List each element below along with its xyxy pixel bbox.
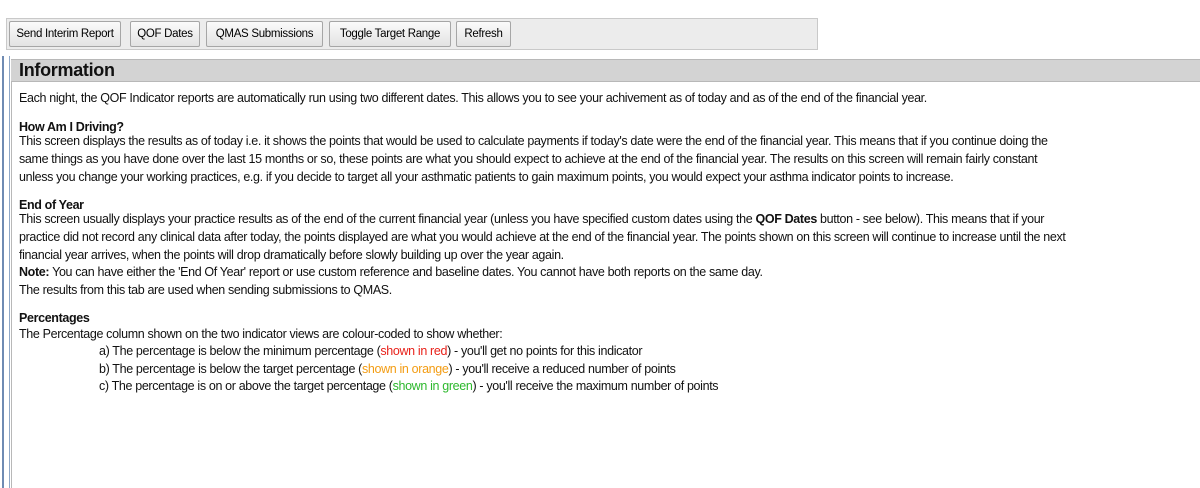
- qof-dates-button[interactable]: QOF Dates: [130, 21, 200, 47]
- rule-text-end: ) - you'll receive the maximum number of…: [472, 379, 719, 393]
- end-of-year-note: Note: You can have either the 'End Of Ye…: [19, 265, 763, 280]
- percentage-rule-item: c) The percentage is on or above the tar…: [99, 379, 719, 394]
- percentage-rule-item: a) The percentage is below the minimum p…: [99, 344, 643, 359]
- rule-text: b) The percentage is below the target pe…: [99, 362, 362, 376]
- information-header-bar: [11, 59, 1200, 82]
- how-am-i-driving-line: same things as you have done over the la…: [19, 152, 1038, 166]
- green-label: shown in green: [392, 379, 473, 393]
- percentages-intro: The Percentage column shown on the two i…: [19, 327, 503, 341]
- qof-dates-reference: QOF Dates: [755, 212, 817, 226]
- panel-frame-border: [2, 56, 4, 488]
- rule-text-end: ) - you'll receive a reduced number of p…: [448, 362, 676, 376]
- end-of-year-line: financial year arrives, when the points …: [19, 248, 564, 262]
- qmas-submissions-button[interactable]: QMAS Submissions: [206, 21, 323, 47]
- intro-text: Each night, the QOF Indicator reports ar…: [19, 91, 927, 105]
- send-interim-report-button[interactable]: Send Interim Report: [9, 21, 121, 47]
- panel-frame-border-inner: [9, 56, 10, 488]
- end-of-year-line: This screen usually displays your practi…: [19, 212, 1044, 227]
- orange-label: shown in orange: [362, 362, 449, 376]
- end-of-year-line1-text: This screen usually displays your practi…: [19, 212, 756, 226]
- rule-text-end: ) - you'll get no points for this indica…: [447, 344, 643, 358]
- percentages-heading: Percentages: [19, 311, 90, 325]
- toggle-target-range-button[interactable]: Toggle Target Range: [329, 21, 451, 47]
- information-title: Information: [19, 60, 115, 80]
- how-am-i-driving-line: unless you change your working practices…: [19, 170, 954, 184]
- rule-text: c) The percentage is on or above the tar…: [99, 379, 393, 393]
- end-of-year-line: The results from this tab are used when …: [19, 283, 392, 297]
- information-content: Each night, the QOF Indicator reports ar…: [11, 82, 1200, 488]
- end-of-year-line: practice did not record any clinical dat…: [19, 230, 1066, 244]
- how-am-i-driving-heading: How Am I Driving?: [19, 120, 124, 134]
- red-label: shown in red: [380, 344, 448, 358]
- rule-text: a) The percentage is below the minimum p…: [99, 344, 381, 358]
- how-am-i-driving-line: This screen displays the results as of t…: [19, 134, 1048, 148]
- end-of-year-heading: End of Year: [19, 198, 84, 212]
- note-label: Note:: [19, 265, 50, 279]
- note-text: You can have either the 'End Of Year' re…: [49, 265, 763, 279]
- end-of-year-line1-text-end: button - see below). This means that if …: [816, 212, 1045, 226]
- refresh-button[interactable]: Refresh: [456, 21, 511, 47]
- percentage-rule-item: b) The percentage is below the target pe…: [99, 362, 676, 377]
- toolbar: Send Interim Report QOF Dates QMAS Submi…: [0, 0, 1200, 56]
